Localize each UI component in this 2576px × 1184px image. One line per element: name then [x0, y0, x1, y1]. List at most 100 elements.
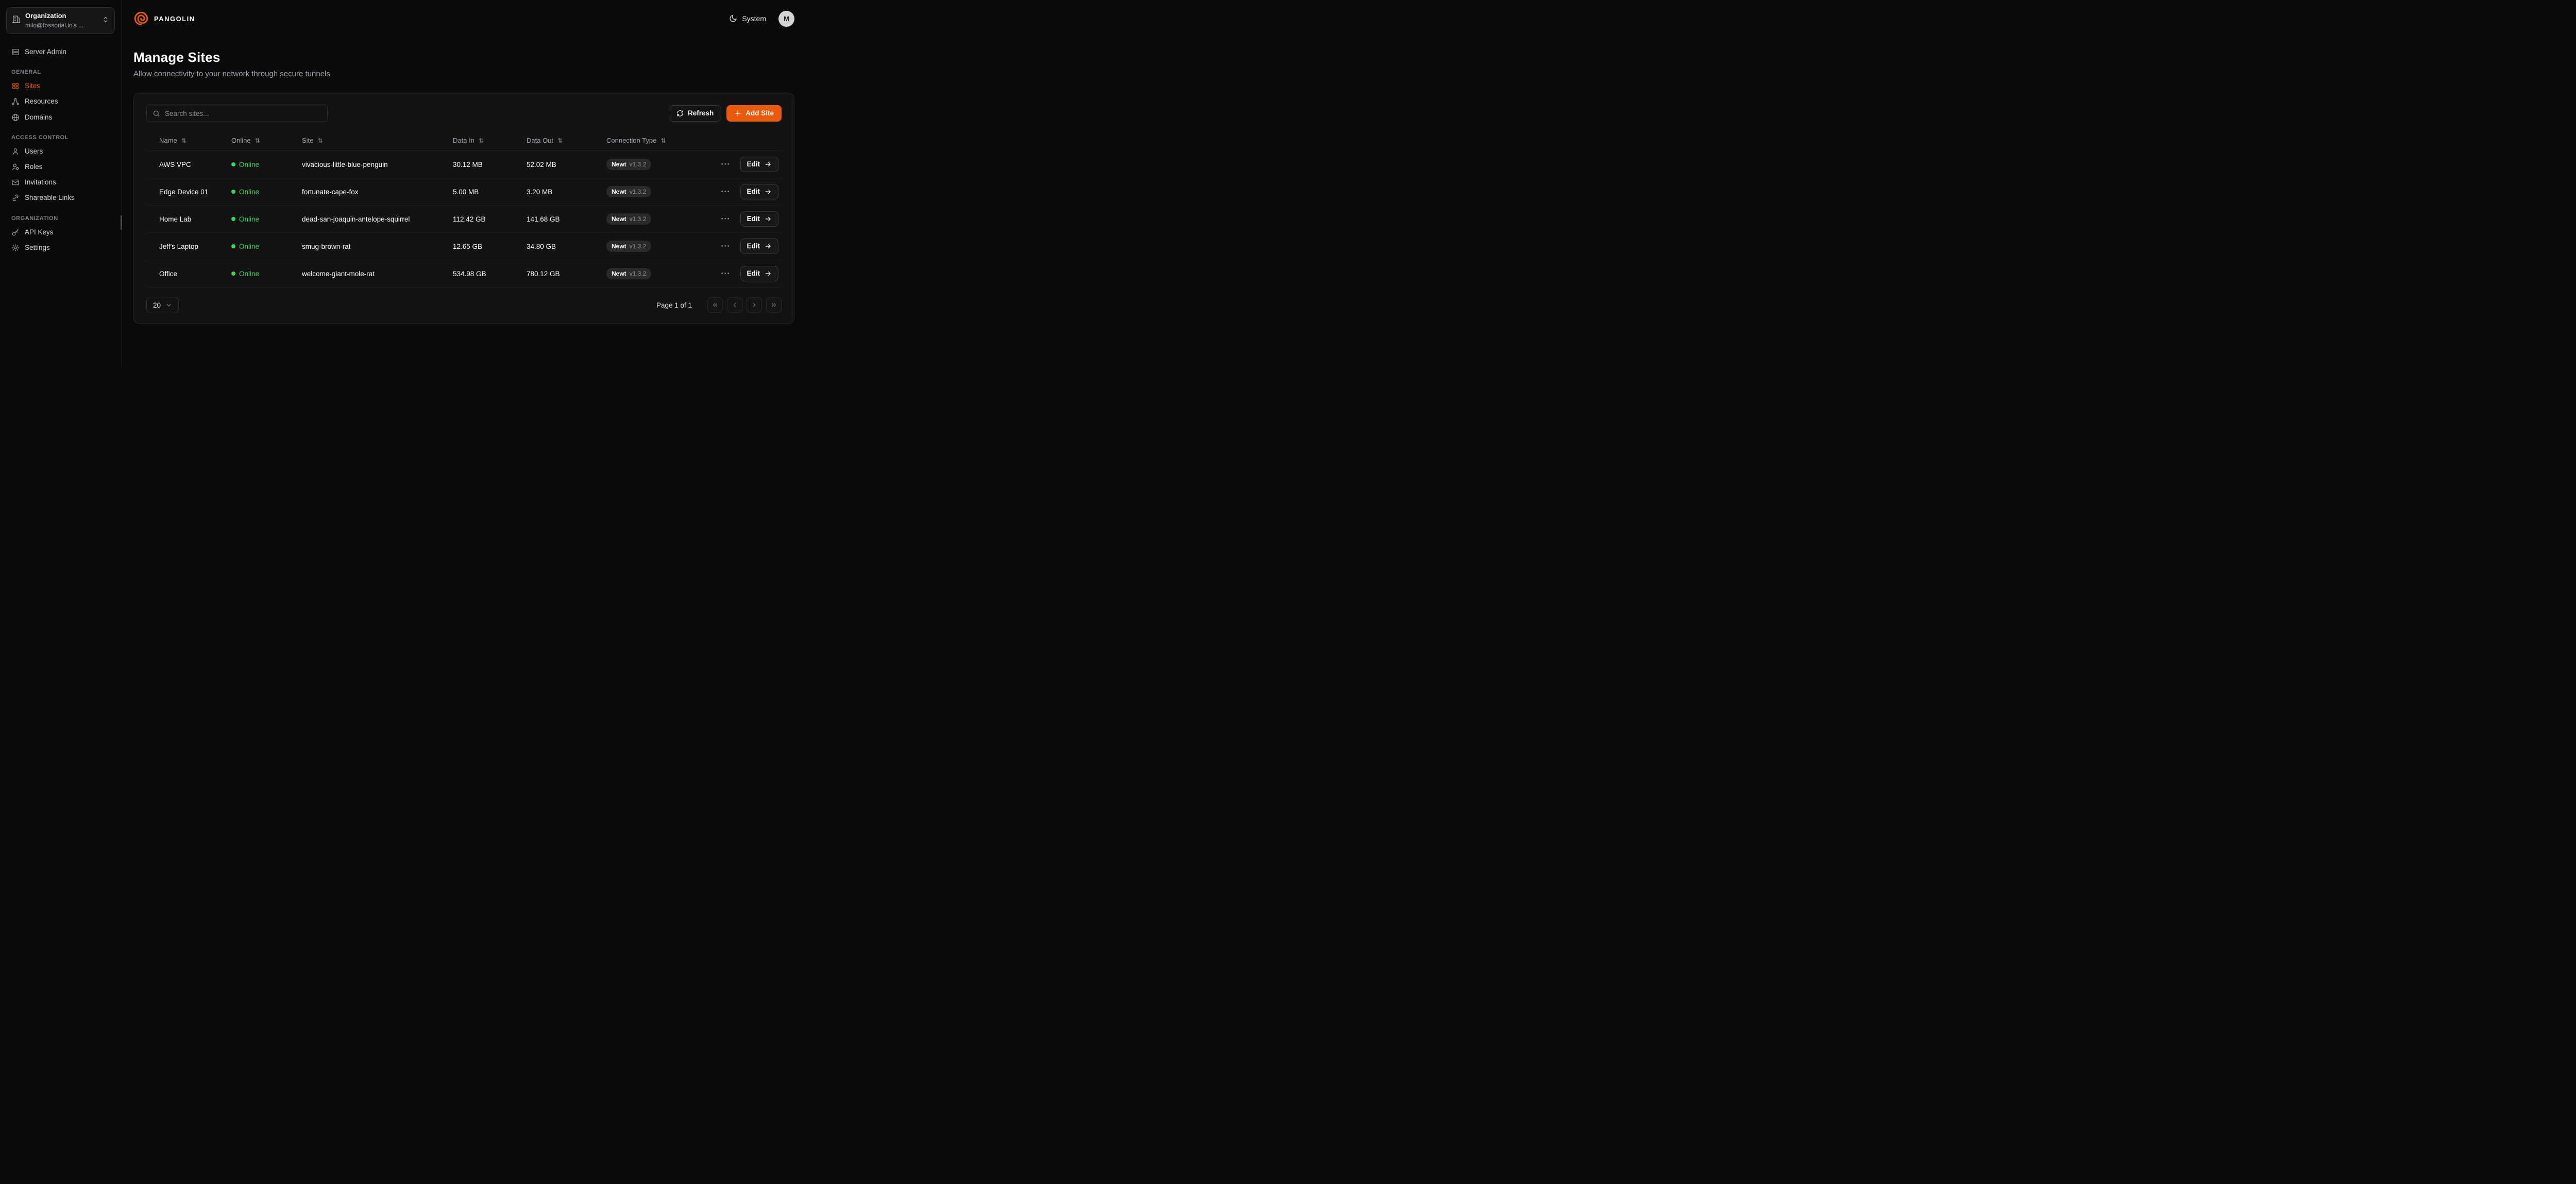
search-icon — [152, 110, 160, 117]
link-icon — [11, 194, 20, 202]
more-options-button[interactable]: ⋯ — [719, 268, 732, 279]
column-header-name[interactable]: Name⇅ — [159, 137, 231, 144]
section-label-organization: ORGANIZATION — [11, 215, 110, 222]
row-actions: ⋯ Edit — [728, 239, 782, 254]
sidebar-item-shareable-links[interactable]: Shareable Links — [6, 190, 115, 206]
edit-button[interactable]: Edit — [740, 157, 779, 172]
connection-type-name: Newt — [612, 161, 626, 168]
sidebar-item-sites[interactable]: Sites — [6, 78, 115, 94]
status-badge: Online — [231, 161, 259, 168]
sidebar-item-label: Domains — [25, 113, 52, 122]
sidebar-item-settings[interactable]: Settings — [6, 240, 115, 256]
brand[interactable]: PANGOLIN — [133, 11, 195, 26]
sidebar-item-api-keys[interactable]: API Keys — [6, 225, 115, 240]
app-root: Organization milo@fossorial.io's ... Ser… — [0, 0, 808, 366]
theme-toggle-button[interactable]: System — [729, 14, 766, 23]
arrow-right-icon — [765, 161, 772, 168]
arrow-right-icon — [765, 215, 772, 223]
sidebar-item-server-admin[interactable]: Server Admin — [6, 44, 115, 60]
user-icon — [11, 147, 20, 156]
avatar[interactable]: M — [778, 11, 794, 27]
connection-type-badge: Newtv1.3.2 — [606, 213, 651, 225]
online-dot-icon — [231, 244, 235, 248]
sort-icon: ⇅ — [660, 137, 666, 144]
column-header-site[interactable]: Site⇅ — [302, 137, 453, 144]
column-header-connection-type[interactable]: Connection Type⇅ — [606, 137, 728, 144]
connection-type-name: Newt — [612, 243, 626, 250]
table-row: Office Online welcome-giant-mole-rat 534… — [146, 260, 782, 287]
refresh-icon — [676, 110, 684, 117]
connection-type-name: Newt — [612, 215, 626, 223]
sidebar-item-users[interactable]: Users — [6, 144, 115, 159]
building-icon — [12, 15, 21, 26]
arrow-right-icon — [765, 243, 772, 250]
search-box — [146, 105, 328, 122]
status-label: Online — [239, 215, 259, 223]
org-texts: Organization milo@fossorial.io's ... — [25, 11, 97, 30]
refresh-button[interactable]: Refresh — [669, 105, 721, 122]
sidebar: Organization milo@fossorial.io's ... Ser… — [0, 0, 122, 366]
sidebar-scrollbar-thumb[interactable] — [121, 215, 122, 230]
sidebar-item-invitations[interactable]: Invitations — [6, 175, 115, 190]
edit-button[interactable]: Edit — [740, 239, 779, 254]
next-page-button[interactable] — [747, 297, 762, 313]
online-dot-icon — [231, 162, 235, 166]
status-badge: Online — [231, 270, 259, 278]
sort-icon: ⇅ — [479, 137, 484, 144]
row-actions: ⋯ Edit — [728, 184, 782, 199]
org-subtitle: milo@fossorial.io's ... — [25, 22, 83, 29]
sidebar-item-roles[interactable]: Roles — [6, 159, 115, 175]
online-dot-icon — [231, 190, 235, 194]
site-slug: smug-brown-rat — [302, 243, 453, 250]
status-badge: Online — [231, 243, 259, 250]
sidebar-item-label: Invitations — [25, 178, 56, 187]
more-options-button[interactable]: ⋯ — [719, 213, 732, 225]
more-options-button[interactable]: ⋯ — [719, 159, 732, 170]
previous-page-button[interactable] — [727, 297, 742, 313]
data-in-value: 534.98 GB — [453, 270, 527, 278]
search-input[interactable] — [165, 110, 321, 117]
connection-type-name: Newt — [612, 188, 626, 195]
connection-type-version: v1.3.2 — [630, 161, 647, 168]
edit-button[interactable]: Edit — [740, 184, 779, 199]
table-row: Edge Device 01 Online fortunate-cape-fox… — [146, 178, 782, 206]
topbar-right: System M — [729, 11, 794, 27]
site-name: Home Lab — [159, 215, 231, 223]
status-label: Online — [239, 270, 259, 278]
sort-icon: ⇅ — [317, 137, 323, 144]
card-toolbar: Refresh Add Site — [146, 105, 782, 122]
arrow-right-icon — [765, 188, 772, 195]
sidebar-item-label: Server Admin — [25, 48, 66, 56]
sidebar-item-domains[interactable]: Domains — [6, 110, 115, 125]
page-head: Manage Sites Allow connectivity to your … — [133, 49, 794, 78]
data-out-value: 52.02 MB — [527, 161, 606, 168]
last-page-button[interactable] — [766, 297, 782, 313]
column-header-online[interactable]: Online⇅ — [231, 137, 302, 144]
data-out-value: 780.12 GB — [527, 270, 606, 278]
org-title: Organization — [25, 12, 66, 20]
status-label: Online — [239, 161, 259, 168]
site-slug: fortunate-cape-fox — [302, 188, 453, 196]
mail-icon — [11, 178, 20, 187]
globe-icon — [11, 113, 20, 122]
sort-icon: ⇅ — [181, 137, 187, 144]
edit-button[interactable]: Edit — [740, 211, 779, 227]
data-in-value: 5.00 MB — [453, 188, 527, 196]
more-options-button[interactable]: ⋯ — [719, 241, 732, 252]
add-site-button[interactable]: Add Site — [726, 105, 782, 122]
data-in-value: 30.12 MB — [453, 161, 527, 168]
table-row: Home Lab Online dead-san-joaquin-antelop… — [146, 206, 782, 233]
more-options-button[interactable]: ⋯ — [719, 186, 732, 197]
sidebar-item-resources[interactable]: Resources — [6, 94, 115, 109]
edit-button[interactable]: Edit — [740, 266, 779, 281]
org-selector[interactable]: Organization milo@fossorial.io's ... — [6, 7, 115, 34]
site-name: Jeff's Laptop — [159, 243, 231, 250]
column-header-data-in[interactable]: Data In⇅ — [453, 137, 527, 144]
first-page-button[interactable] — [707, 297, 723, 313]
column-header-data-out[interactable]: Data Out⇅ — [527, 137, 606, 144]
page-size-select[interactable]: 20 — [146, 297, 179, 313]
brand-name: PANGOLIN — [154, 15, 195, 23]
pangolin-logo-icon — [133, 11, 149, 26]
sidebar-item-label: Users — [25, 147, 43, 156]
chevrons-right-icon — [770, 301, 777, 309]
